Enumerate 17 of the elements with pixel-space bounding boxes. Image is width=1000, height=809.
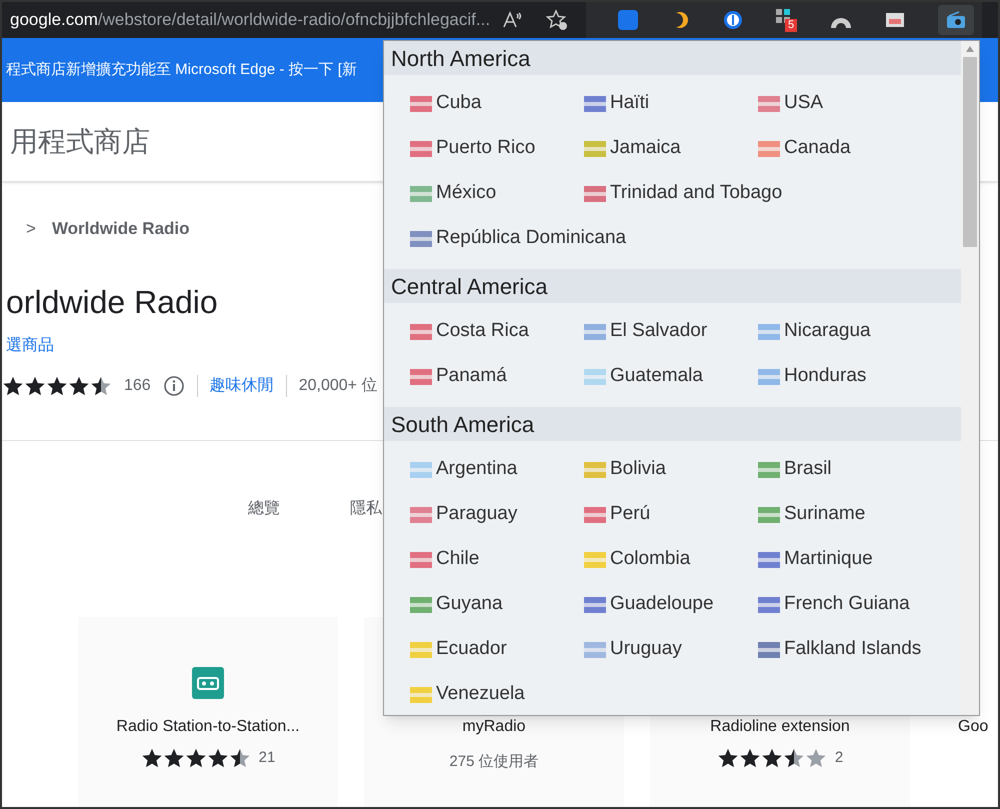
user-count: 20,000+ 位 [298,376,378,396]
rating-count: 2 [834,748,844,768]
region-header: Central America [384,269,961,303]
related-title: myRadio [462,716,526,736]
url-text: google.com/webstore/detail/worldwide-radio/ofncbjjbfchlegacif... [10,9,490,32]
rating-count: 21 [258,748,276,768]
breadcrumb-separator: > [26,218,36,240]
store-title: 用程式商店 [10,124,150,158]
related-title: Radio Station-to-Station... [116,716,300,736]
region-header: South America [384,407,961,441]
region-header: North America [384,41,961,75]
related-title: Radioline extension [710,716,850,736]
notification-badge: 5 [785,19,798,32]
extension-title: orldwide Radio [6,284,218,320]
user-count: 275 位使用者 [449,752,539,772]
rating-count: 166 [124,376,151,396]
banner-text: 程式商店新增擴充功能至 Microsoft Edge - 按一下 [新 [6,60,357,80]
